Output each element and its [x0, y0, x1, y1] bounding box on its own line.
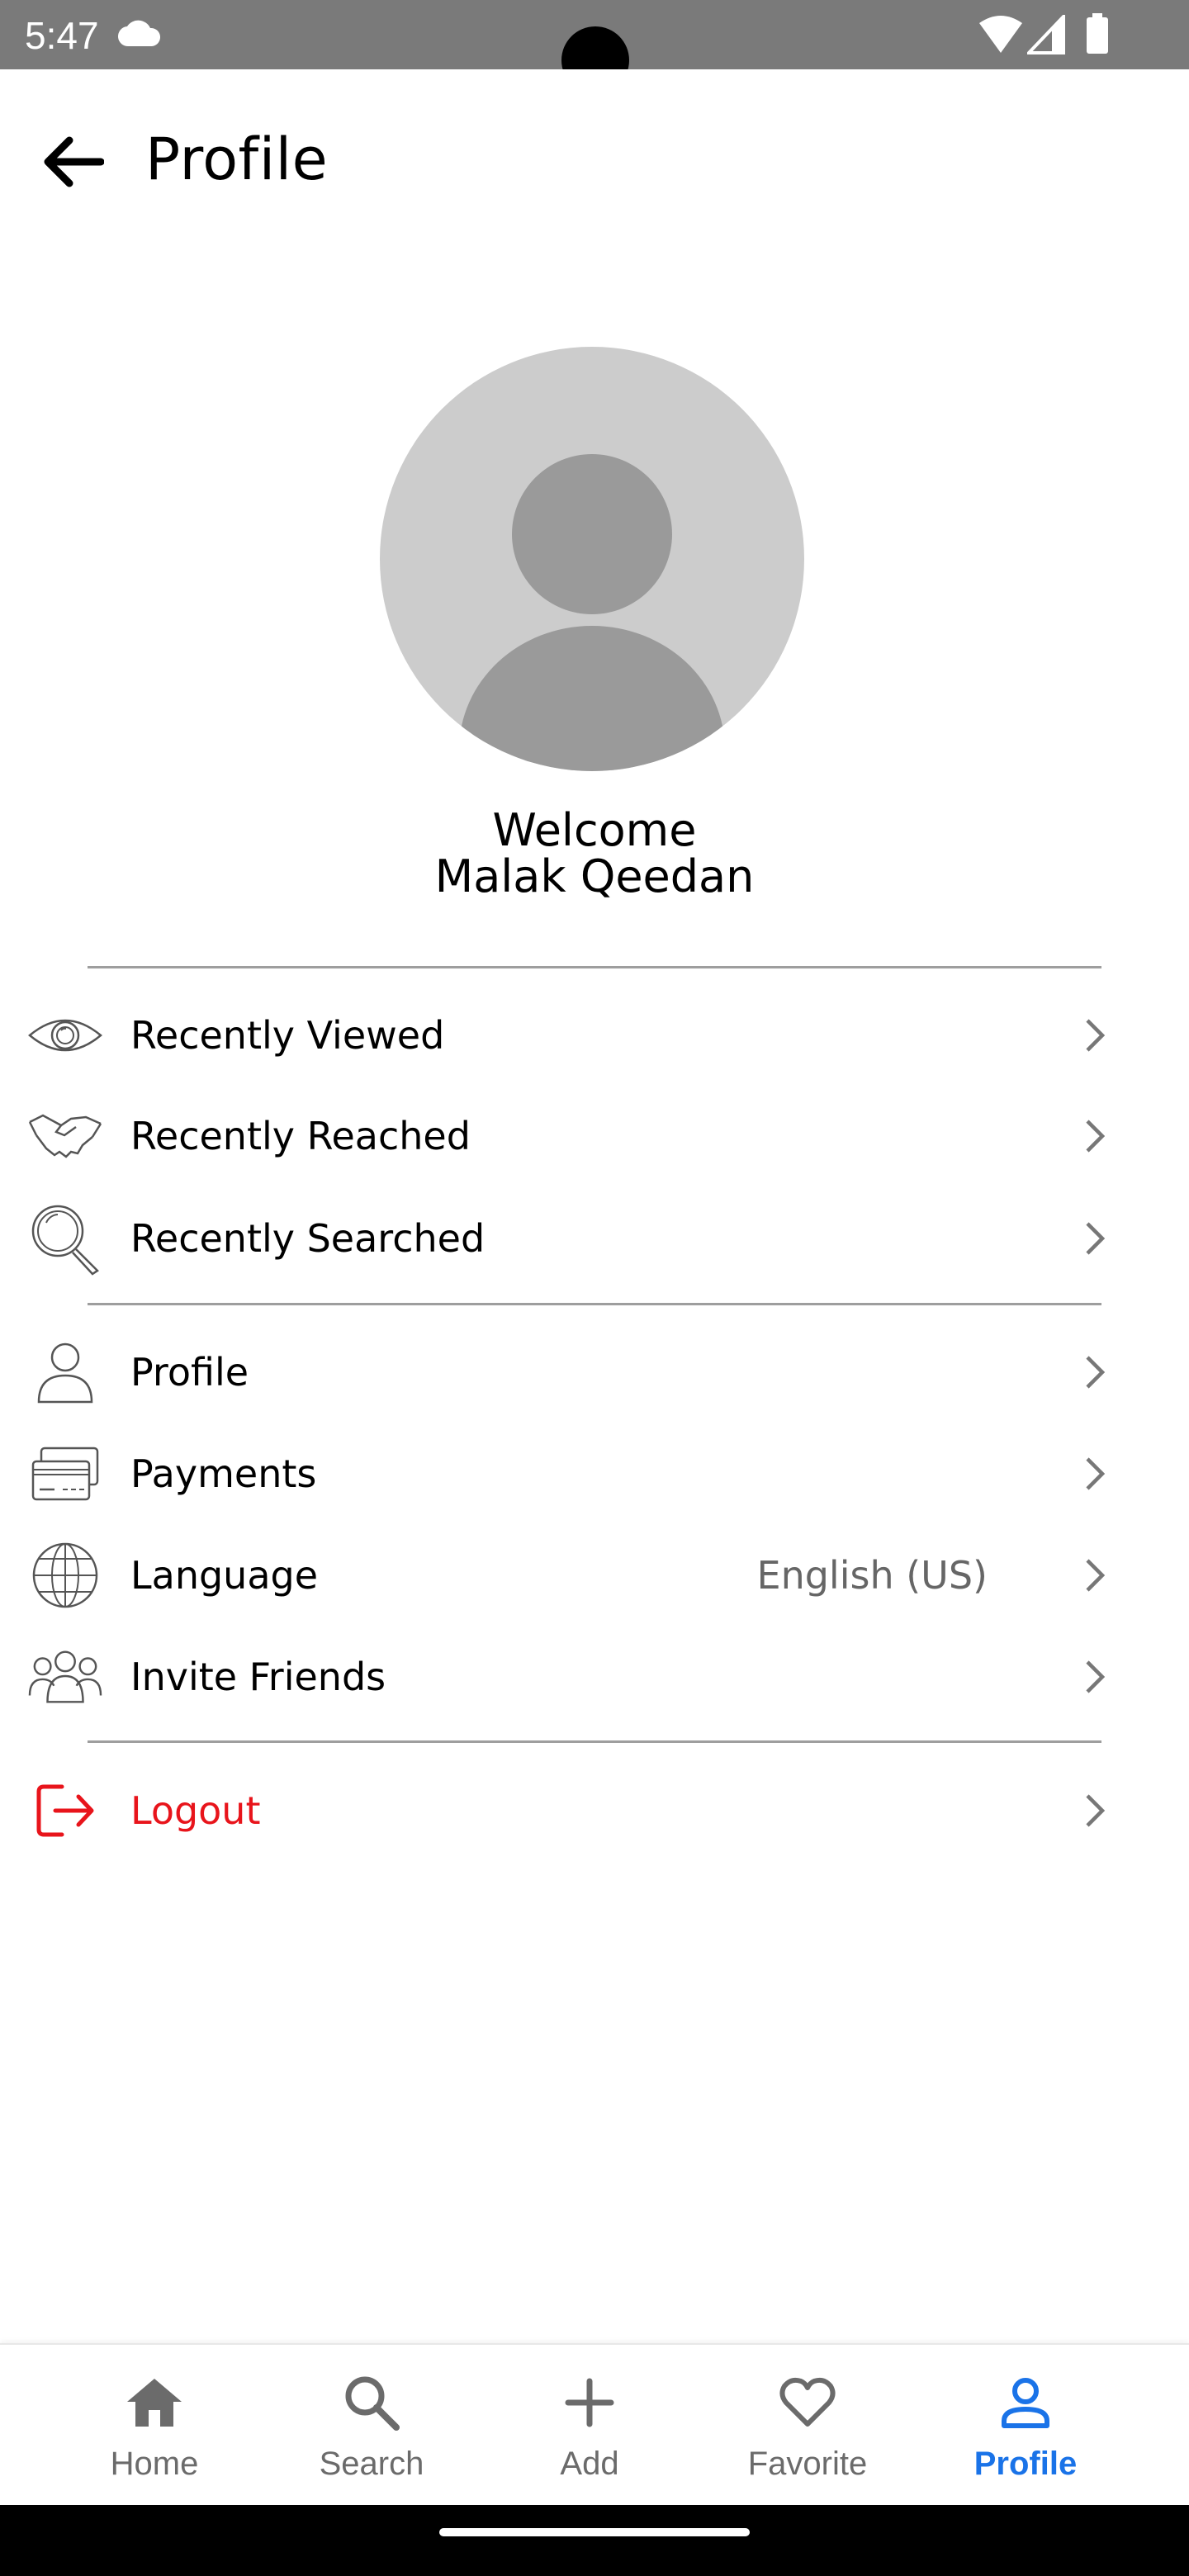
globe-icon	[28, 1538, 102, 1612]
logout-icon	[28, 1773, 102, 1848]
menu-label: Recently Viewed	[130, 1013, 445, 1058]
chevron-right-icon	[1078, 1015, 1111, 1056]
group-icon	[28, 1640, 102, 1714]
plus-icon	[481, 2370, 699, 2436]
eye-icon	[28, 998, 102, 1073]
welcome-text: Welcome Malak Qeedan	[0, 807, 1189, 900]
logout-label: Logout	[130, 1788, 261, 1833]
avatar-body	[459, 626, 725, 771]
nav-label: Add	[560, 2446, 619, 2482]
divider	[88, 966, 1101, 968]
nav-label: Home	[110, 2446, 199, 2482]
back-button[interactable]	[30, 121, 112, 203]
chevron-right-icon	[1078, 1555, 1111, 1596]
person-icon	[28, 1335, 102, 1409]
menu-item-language[interactable]: Language English (US)	[0, 1529, 1189, 1622]
nav-label: Favorite	[747, 2446, 868, 2482]
signal-icon	[1027, 15, 1065, 54]
menu-label: Recently Searched	[130, 1216, 486, 1261]
menu-label: Language	[130, 1553, 319, 1598]
app-bar: Profile	[0, 69, 1189, 243]
profile-icon	[917, 2370, 1135, 2436]
chevron-right-icon	[1078, 1115, 1111, 1157]
menu-label: Payments	[130, 1451, 317, 1496]
status-time: 5:47	[25, 14, 99, 57]
nav-label: Profile	[973, 2446, 1078, 2482]
page-title: Profile	[145, 125, 329, 193]
cloud-icon	[117, 20, 161, 47]
nav-home[interactable]: Home	[45, 2345, 263, 2507]
menu-label: Invite Friends	[130, 1655, 386, 1699]
nav-profile[interactable]: Profile	[917, 2345, 1135, 2507]
menu-label: Profile	[130, 1350, 249, 1395]
avatar-head	[512, 454, 672, 614]
language-value: English (US)	[756, 1553, 988, 1598]
back-arrow-icon	[44, 136, 104, 187]
heart-icon	[699, 2370, 917, 2436]
avatar[interactable]	[380, 347, 804, 771]
chevron-right-icon	[1078, 1218, 1111, 1259]
nav-search[interactable]: Search	[263, 2345, 481, 2507]
menu-item-recently-searched[interactable]: Recently Searched	[0, 1192, 1189, 1285]
menu-item-profile[interactable]: Profile	[0, 1326, 1189, 1418]
search-icon	[263, 2370, 481, 2436]
user-name: Malak Qeedan	[434, 850, 755, 902]
handshake-icon	[28, 1099, 102, 1173]
menu-item-logout[interactable]: Logout	[0, 1764, 1189, 1857]
menu-item-recently-reached[interactable]: Recently Reached	[0, 1090, 1189, 1182]
nav-favorite[interactable]: Favorite	[699, 2345, 917, 2507]
welcome-label: Welcome	[492, 804, 697, 856]
magnifier-icon	[28, 1201, 102, 1276]
menu-item-recently-viewed[interactable]: Recently Viewed	[0, 989, 1189, 1082]
home-icon	[45, 2370, 263, 2436]
home-indicator[interactable]	[439, 2528, 750, 2536]
chevron-right-icon	[1078, 1453, 1111, 1494]
nav-add[interactable]: Add	[481, 2345, 699, 2507]
bottom-navigation: Home Search Add Favorite Profile	[0, 2343, 1189, 2505]
chevron-right-icon	[1078, 1656, 1111, 1698]
menu-item-invite-friends[interactable]: Invite Friends	[0, 1631, 1189, 1723]
battery-icon	[1087, 13, 1108, 54]
wifi-icon	[979, 16, 1022, 53]
menu-item-payments[interactable]: Payments	[0, 1428, 1189, 1520]
system-navigation-bar	[0, 2505, 1189, 2576]
chevron-right-icon	[1078, 1352, 1111, 1393]
nav-label: Search	[319, 2446, 424, 2482]
credit-card-icon	[28, 1437, 102, 1511]
divider	[88, 1740, 1101, 1743]
chevron-right-icon	[1078, 1790, 1111, 1831]
divider	[88, 1303, 1101, 1305]
menu-label: Recently Reached	[130, 1114, 471, 1158]
